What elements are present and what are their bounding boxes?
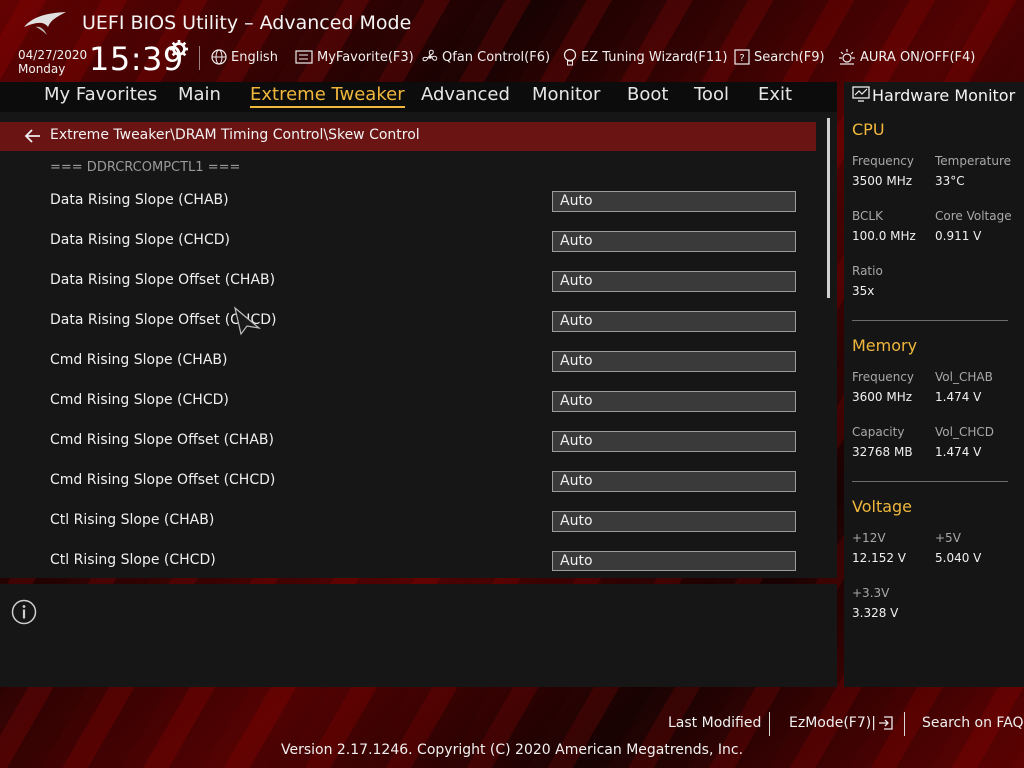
- tab-tool[interactable]: Tool: [694, 84, 729, 105]
- separator: [769, 712, 770, 736]
- setting-label: Cmd Rising Slope (CHAB): [50, 352, 228, 368]
- favorite-icon: [295, 50, 313, 64]
- ratio-label: Ratio: [852, 264, 883, 278]
- setting-label: Ctl Rising Slope (CHCD): [50, 552, 216, 568]
- setting-value-field[interactable]: Auto: [552, 191, 796, 212]
- setting-value-field[interactable]: Auto: [552, 311, 796, 332]
- v12-label: +12V: [852, 531, 886, 545]
- myfavorite-button[interactable]: MyFavorite(F3): [295, 48, 414, 66]
- setting-label: Cmd Rising Slope Offset (CHCD): [50, 472, 276, 488]
- app-title: UEFI BIOS Utility – Advanced Mode: [82, 12, 412, 34]
- memory-frequency-value: 3600 MHz: [852, 390, 913, 404]
- gear-icon[interactable]: [170, 40, 188, 58]
- setting-value-field[interactable]: Auto: [552, 391, 796, 412]
- date: 04/27/2020: [18, 48, 88, 62]
- svg-text:?: ?: [739, 53, 744, 64]
- settings-panel: [0, 112, 837, 578]
- ez-tuning-button[interactable]: EZ Tuning Wizard(F11): [563, 48, 727, 66]
- vol-chab-value: 1.474 V: [935, 390, 982, 404]
- v33-label: +3.3V: [852, 586, 890, 600]
- section-header: === DDRCRCOMPCTL1 ===: [50, 160, 241, 175]
- myfavorite-label: MyFavorite(F3): [317, 49, 414, 65]
- cpu-frequency-value: 3500 MHz: [852, 174, 913, 188]
- cpu-temperature-label: Temperature: [935, 154, 1012, 168]
- exit-icon: [878, 716, 893, 730]
- tab-boot[interactable]: Boot: [627, 84, 668, 105]
- tab-advanced[interactable]: Advanced: [421, 84, 510, 105]
- day: Monday: [18, 62, 66, 76]
- language-button[interactable]: English: [211, 48, 278, 66]
- help-panel: [0, 584, 837, 687]
- vol-chcd-value: 1.474 V: [935, 445, 982, 459]
- setting-value-field[interactable]: Auto: [552, 271, 796, 292]
- setting-value-field[interactable]: Auto: [552, 351, 796, 372]
- tab-main[interactable]: Main: [178, 84, 221, 105]
- tab-my-favorites[interactable]: My Favorites: [44, 84, 157, 105]
- hardware-monitor-title: Hardware Monitor: [872, 86, 1016, 105]
- vol-chab-label: Vol_CHAB: [935, 370, 993, 384]
- setting-value-field[interactable]: Auto: [552, 231, 796, 252]
- setting-label: Data Rising Slope (CHAB): [50, 192, 229, 208]
- qfan-label: Qfan Control(F6): [442, 49, 551, 65]
- setting-value-field[interactable]: Auto: [552, 551, 796, 571]
- rog-logo: [24, 12, 66, 35]
- qfan-button[interactable]: Qfan Control(F6): [422, 48, 550, 66]
- bclk-label: BCLK: [852, 209, 883, 223]
- search-button[interactable]: ? Search(F9): [734, 48, 825, 66]
- search-faq-button[interactable]: Search on FAQ: [922, 715, 1024, 731]
- core-voltage-value: 0.911 V: [935, 229, 982, 243]
- divider: [852, 320, 1008, 321]
- core-voltage-label: Core Voltage: [935, 209, 1012, 223]
- setting-label: Ctl Rising Slope (CHAB): [50, 512, 215, 528]
- bclk-value: 100.0 MHz: [852, 229, 916, 243]
- v5-label: +5V: [935, 531, 961, 545]
- ratio-value: 35x: [852, 284, 875, 298]
- setting-label: Cmd Rising Slope Offset (CHAB): [50, 432, 274, 448]
- cpu-frequency-label: Frequency: [852, 154, 914, 168]
- separator: [904, 712, 905, 736]
- globe-icon: [211, 49, 227, 65]
- setting-label: Data Rising Slope Offset (CHAB): [50, 272, 276, 288]
- aura-label: AURA ON/OFF(F4): [860, 49, 976, 65]
- search-icon: ?: [734, 49, 750, 65]
- setting-label: Cmd Rising Slope (CHCD): [50, 392, 229, 408]
- ezmode-label: EzMode(F7)|: [789, 715, 876, 731]
- copyright: Version 2.17.1246. Copyright (C) 2020 Am…: [280, 742, 744, 758]
- divider: [852, 481, 1008, 482]
- capacity-label: Capacity: [852, 425, 905, 439]
- aura-button[interactable]: AURA ON/OFF(F4): [838, 48, 975, 66]
- last-modified-button[interactable]: Last Modified: [668, 715, 761, 731]
- vol-chcd-label: Vol_CHCD: [935, 425, 994, 439]
- ezmode-button[interactable]: EzMode(F7)|: [789, 715, 894, 731]
- v33-value: 3.328 V: [852, 606, 899, 620]
- separator: [199, 46, 200, 70]
- bulb-icon: [563, 48, 577, 66]
- setting-value-field[interactable]: Auto: [552, 431, 796, 452]
- scrollbar[interactable]: [827, 118, 830, 298]
- search-label: Search(F9): [754, 49, 825, 65]
- tab-exit[interactable]: Exit: [758, 84, 792, 105]
- setting-label: Data Rising Slope (CHCD): [50, 232, 230, 248]
- breadcrumb-path: Extreme Tweaker\DRAM Timing Control\Skew…: [50, 127, 420, 143]
- info-icon: [11, 599, 37, 625]
- cpu-temperature-value: 33°C: [935, 174, 965, 188]
- v12-value: 12.152 V: [852, 551, 907, 565]
- setting-value-field[interactable]: Auto: [552, 511, 796, 532]
- back-arrow-icon[interactable]: [24, 128, 42, 144]
- tab-extreme-tweaker[interactable]: Extreme Tweaker: [250, 84, 405, 108]
- capacity-value: 32768 MB: [852, 445, 913, 459]
- voltage-heading: Voltage: [852, 497, 913, 516]
- memory-frequency-label: Frequency: [852, 370, 914, 384]
- mouse-cursor-icon: [234, 306, 261, 336]
- aura-icon: [839, 49, 855, 65]
- monitor-icon: [852, 86, 870, 102]
- tab-monitor[interactable]: Monitor: [532, 84, 600, 105]
- setting-value-field[interactable]: Auto: [552, 471, 796, 492]
- fan-icon: [422, 49, 438, 62]
- ez-tuning-label: EZ Tuning Wizard(F11): [581, 49, 728, 65]
- cpu-heading: CPU: [852, 120, 885, 139]
- language-label: English: [231, 49, 278, 65]
- memory-heading: Memory: [852, 336, 918, 355]
- v5-value: 5.040 V: [935, 551, 982, 565]
